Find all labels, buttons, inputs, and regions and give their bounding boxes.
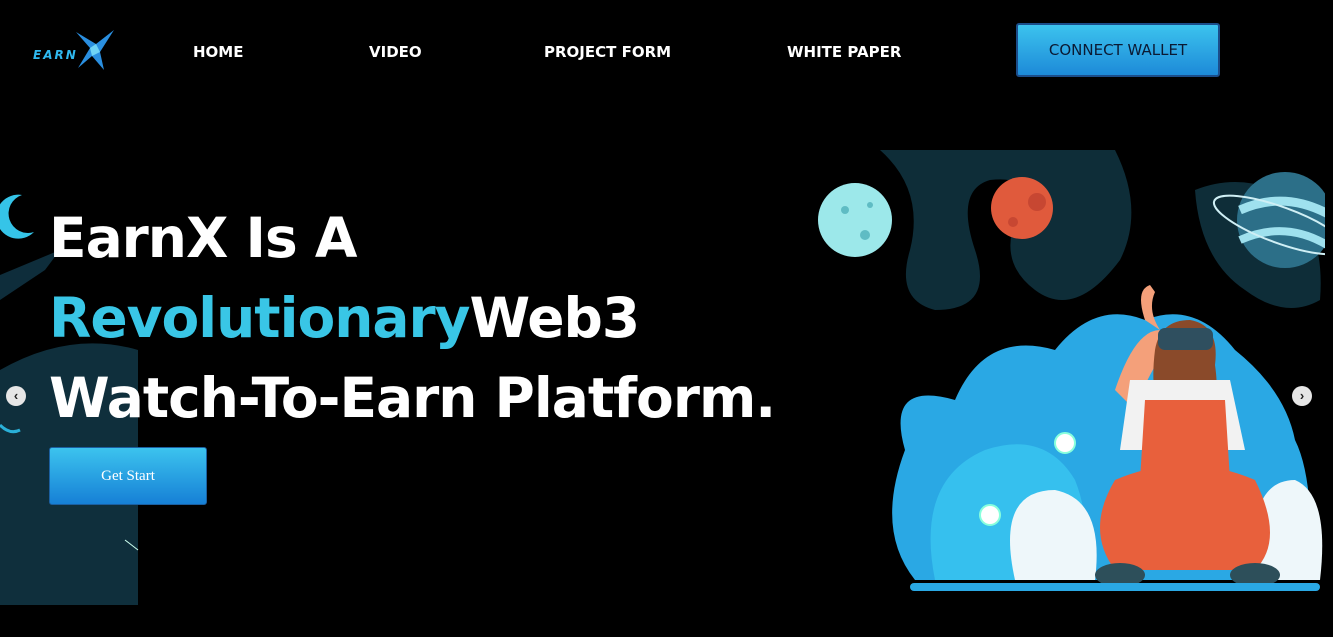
site-header: EARN HOME VIDEO PROJECT FORM WHITE PAPER… — [0, 0, 1333, 105]
moon-icon — [1183, 240, 1210, 283]
vr-girl-illustration — [818, 150, 1325, 591]
planet-cyan-icon — [818, 183, 892, 257]
chevron-left-icon[interactable]: ‹ — [6, 386, 26, 406]
nav-white-paper[interactable]: WHITE PAPER — [787, 43, 901, 61]
connect-wallet-button[interactable]: CONNECT WALLET — [1016, 23, 1220, 77]
hero-line-2-rest: Web3 — [469, 286, 640, 350]
logo-x-icon — [76, 30, 114, 70]
vr-headset-icon — [1158, 328, 1213, 350]
hero-title-line-2: RevolutionaryWeb3 — [49, 286, 640, 350]
hero-title-line-3: Watch-To-Earn Platform. — [49, 366, 776, 430]
earnx-logo[interactable]: EARN — [30, 28, 116, 74]
nav-project-form[interactable]: PROJECT FORM — [544, 43, 671, 61]
logo-wordmark: EARN — [33, 48, 78, 62]
nav-video[interactable]: VIDEO — [369, 43, 422, 61]
hero-title-line-1: EarnX Is A — [49, 206, 357, 270]
get-start-button[interactable]: Get Start — [49, 447, 207, 505]
nav-home[interactable]: HOME — [193, 43, 243, 61]
hero-accent-word: Revolutionary — [49, 286, 470, 350]
moon-icon — [0, 194, 34, 239]
